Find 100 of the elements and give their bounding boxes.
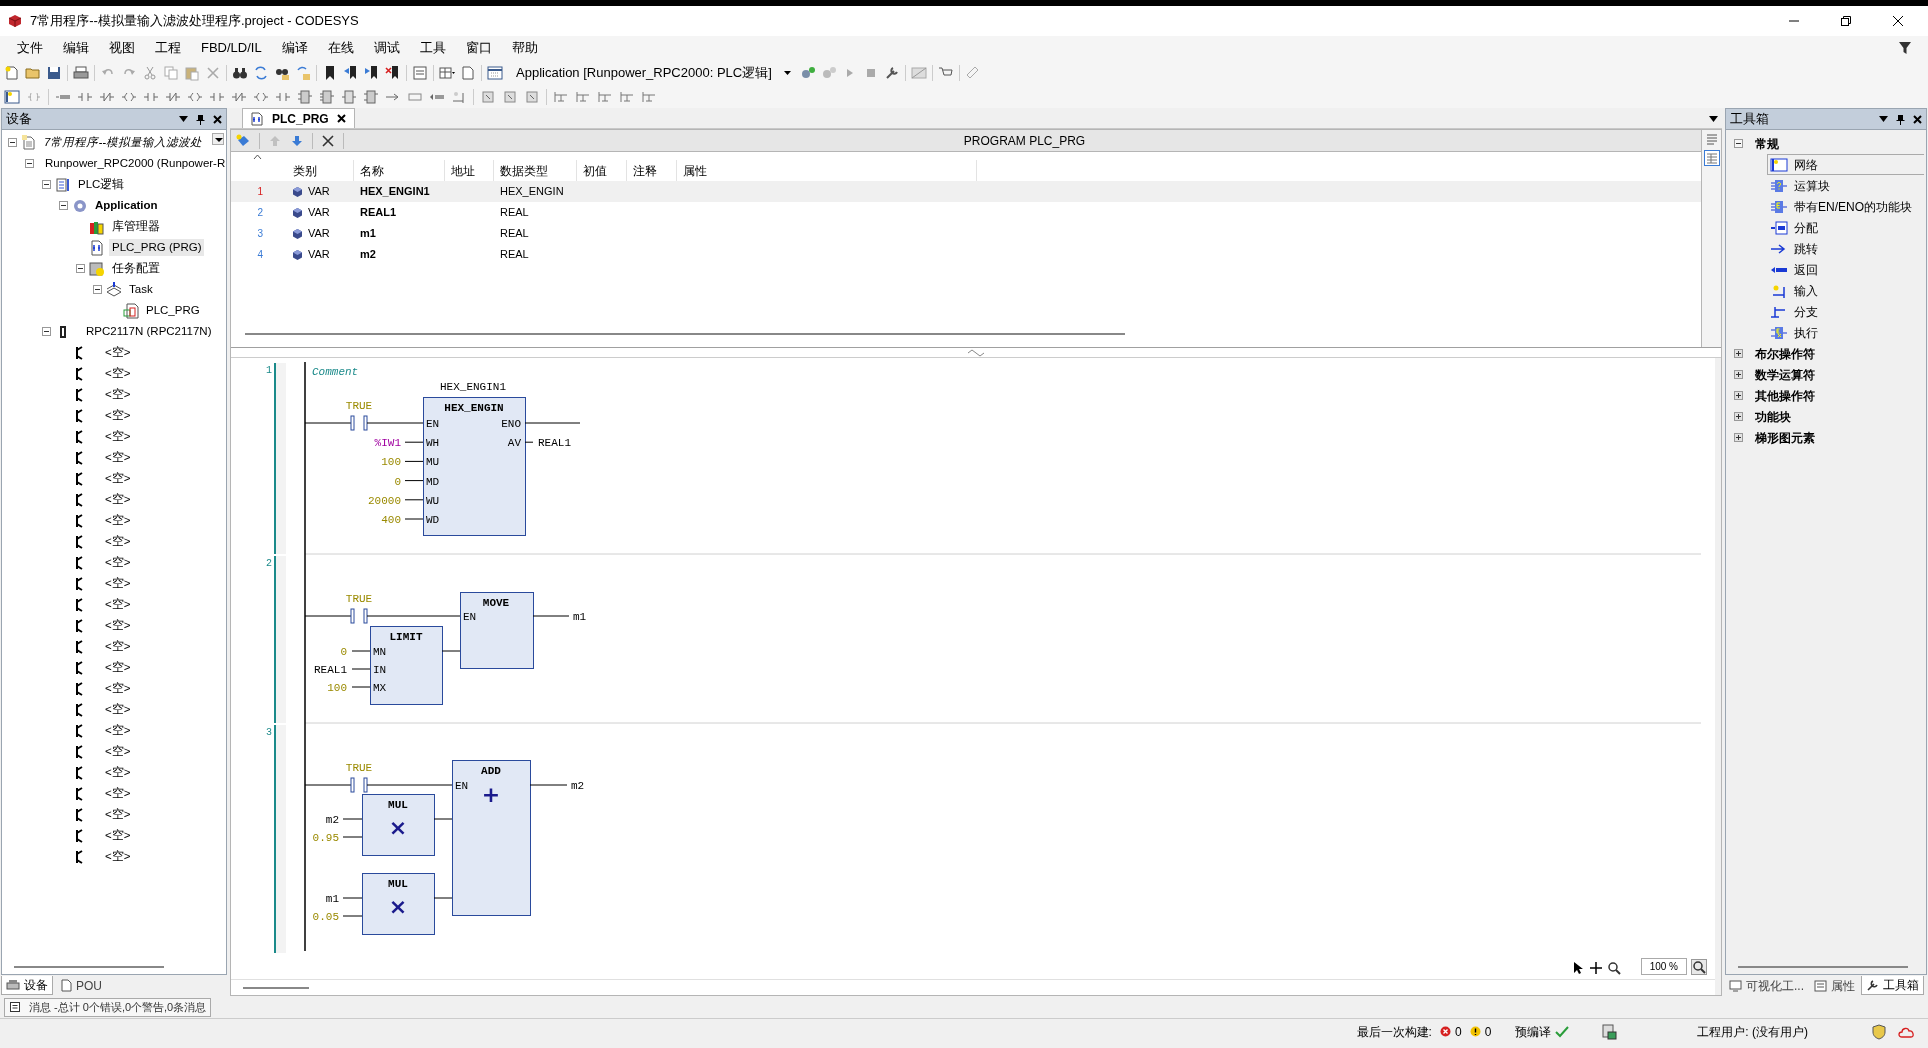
tree-item[interactable]: <空> [102,343,134,362]
menu-item[interactable]: 在线 [318,38,363,58]
panel-tab[interactable]: 属性 [1810,976,1859,995]
expand-toggle[interactable] [93,285,102,294]
clipboard-list-icon[interactable] [412,65,428,81]
tree-item[interactable]: <空> [102,364,134,383]
pin-icon[interactable] [196,113,205,125]
tree-item[interactable]: <空> [102,616,134,635]
tree-item[interactable]: <空> [102,742,134,761]
toolbox-category[interactable]: 梯形图元素 [1755,428,1815,447]
scrollbar-thumb[interactable] [245,333,1125,335]
paste-icon[interactable] [184,65,200,81]
function-block[interactable] [423,397,526,536]
tree-item[interactable]: PLC_PRG [143,301,203,320]
dropdown-caret-icon[interactable] [1879,116,1888,122]
arrow-down-icon[interactable] [290,133,304,148]
expand-toggle[interactable] [25,159,34,168]
function-block[interactable] [362,873,435,935]
splitter-arrows-icon[interactable] [966,348,986,357]
tree-item[interactable]: <空> [102,784,134,803]
collapse-caret-icon[interactable] [253,154,262,160]
table-dropdown-icon[interactable] [439,65,455,81]
table-row[interactable]: 3 VAR m1 REAL [231,223,1701,244]
toolbox-category[interactable]: 布尔操作符 [1755,344,1815,363]
tree-item[interactable]: <空> [102,637,134,656]
box-en-symbol-icon[interactable] [319,89,335,105]
filter-icon[interactable] [1898,41,1912,55]
panel-tab[interactable]: 可视化工... [1725,976,1808,995]
menu-item[interactable]: 编译 [272,38,317,58]
tree-item[interactable]: <空> [102,847,134,866]
tree-item[interactable]: <空> [102,721,134,740]
tree-item[interactable]: <空> [102,805,134,824]
cloud-icon[interactable] [1898,1025,1916,1038]
menu-item[interactable]: 窗口 [456,38,501,58]
tree-item[interactable]: <空> [102,448,134,467]
tree-item[interactable]: PLC_PRG (PRG) [109,238,205,257]
tree-item[interactable]: Task [126,280,156,299]
branch-down-icon[interactable] [575,89,591,105]
tree-item[interactable]: <空> [102,658,134,677]
tree-item[interactable]: <空> [102,490,134,509]
table-row[interactable]: 1 VAR HEX_ENGIN1 HEX_ENGIN [231,181,1701,202]
expand-toggle[interactable] [42,327,51,336]
table-view-icon[interactable] [1703,150,1720,166]
add-variable-icon[interactable] [235,132,251,149]
panel-tab[interactable]: POU [57,976,106,995]
checkbox-symbol-icon[interactable] [524,89,540,105]
expand-toggle[interactable] [76,264,85,273]
tree-item[interactable]: <空> [102,532,134,551]
box-empty-symbol-icon[interactable] [341,89,357,105]
bookmark-next-icon[interactable] [364,65,380,81]
tree-item[interactable]: <空> [102,679,134,698]
close-icon[interactable] [1892,15,1904,27]
contact-symbol[interactable] [350,415,368,431]
expand-toggle[interactable] [1734,412,1743,421]
parallel-branch-icon[interactable] [553,89,569,105]
zoom-field[interactable]: 100 % [1640,958,1687,975]
pin-icon[interactable] [1896,113,1905,125]
tree-item[interactable]: <空> [102,553,134,572]
tree-item[interactable]: <空> [102,427,134,446]
toolbox-category[interactable]: 常规 [1755,134,1779,153]
function-block[interactable] [460,592,534,669]
tree-item[interactable]: PLC逻辑 [75,175,128,194]
panel-tab[interactable]: 工具箱 [1861,976,1924,995]
tree-item[interactable]: <空> [102,511,134,530]
menu-item[interactable]: 编辑 [54,38,98,58]
tree-item[interactable]: <空> [102,700,134,719]
contact-symbol[interactable] [350,608,368,624]
menu-item[interactable]: 文件 [8,38,52,58]
toolbox-item[interactable]: 网络 [1767,154,1924,175]
scrollbar-thumb[interactable] [243,986,309,989]
toolbox-category[interactable]: 功能块 [1755,407,1791,426]
checkbox-symbol-icon[interactable] [480,89,496,105]
tree-item[interactable]: 库管理器 [109,217,163,236]
expand-toggle[interactable] [1734,349,1743,358]
toolbox-item[interactable]: 分支 [1767,301,1924,322]
expand-toggle[interactable] [42,180,51,189]
magnifier-icon[interactable] [1606,961,1621,975]
editor-tab[interactable]: PLC_PRG [242,108,355,128]
scrollbar-thumb[interactable] [1738,966,1908,968]
toolbox-item[interactable]: 返回 [1767,259,1924,280]
tree-item[interactable]: Runpower_RPC2000 (Runpower-R [42,154,226,173]
toolbox-item[interactable]: 分配 [1767,217,1924,238]
menu-item[interactable]: 帮助 [502,38,547,58]
menu-item[interactable]: 视图 [100,38,144,58]
tree-item[interactable]: <空> [102,406,134,425]
insert-network-icon[interactable] [4,89,20,105]
box-symbol-icon[interactable] [297,89,313,105]
replace-in-files-icon[interactable] [295,65,311,81]
table-row[interactable]: 2 VAR REAL1 REAL [231,202,1701,223]
box-execute-symbol-icon[interactable] [363,89,379,105]
toolbox-category[interactable]: 其他操作符 [1755,386,1815,405]
login-gears-icon[interactable] [799,65,816,81]
save-icon[interactable] [46,65,62,81]
document-icon[interactable] [460,65,476,81]
tree-item[interactable]: RPC2117N (RPC2117N) [83,322,215,341]
messages-tab[interactable]: 消息 -总计 0个错误,0个警告,0条消息 [4,997,212,1017]
tree-item[interactable]: <空> [102,469,134,488]
toolbox-item[interactable]: 运算块 [1767,175,1924,196]
panel-tab[interactable]: 设备 [1,976,53,995]
toolbox-item[interactable]: 跳转 [1767,238,1924,259]
